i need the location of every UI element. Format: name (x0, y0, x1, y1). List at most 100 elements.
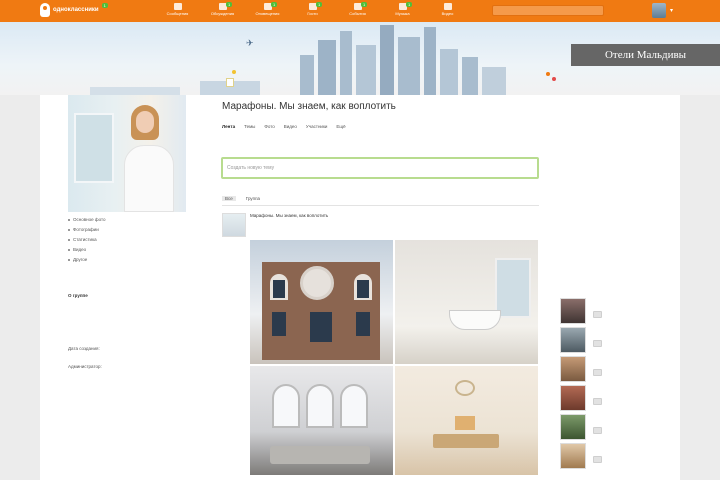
house-door (310, 312, 332, 342)
skyline-building (440, 49, 458, 95)
photo-face (136, 111, 154, 133)
skyline-building (300, 55, 314, 95)
tab-feed[interactable]: Лента (222, 124, 235, 129)
left-menu-item[interactable]: Основное фото (68, 215, 192, 225)
bathroom-window (495, 258, 531, 318)
member-avatar[interactable] (560, 385, 586, 411)
nav-notifications[interactable]: Оповещения 1 (245, 1, 290, 22)
feed-tab-group[interactable]: Группа (246, 196, 260, 201)
nav-guests[interactable]: Гости 1 (290, 1, 335, 22)
menu-label: Основное фото (73, 217, 106, 222)
user-avatar[interactable] (652, 3, 666, 18)
nav-music[interactable]: Музыка 1 (380, 1, 425, 22)
divider (222, 205, 539, 206)
envelope-icon (173, 3, 182, 10)
post-author[interactable]: Марафоны. Мы знаем, как воплотить (250, 213, 328, 218)
admin-row: Администратор: (68, 363, 192, 370)
post-photo-grid (250, 240, 538, 475)
tab-topics[interactable]: Темы (244, 124, 255, 129)
left-menu: Основное фото Фотографии Статистика Виде… (68, 215, 192, 265)
add-member-button[interactable] (593, 369, 602, 376)
chandelier (455, 380, 475, 396)
tab-photos[interactable]: Фото (264, 124, 274, 129)
arched-window (272, 384, 300, 428)
skyline-building (340, 31, 352, 95)
skyline-building (380, 25, 394, 95)
nav-label: Обсуждения (210, 11, 235, 16)
member-avatar[interactable] (560, 327, 586, 353)
chevron-down-icon[interactable]: ▾ (670, 7, 673, 14)
house-window (272, 312, 286, 336)
member-card[interactable] (560, 327, 675, 353)
skyline-building (482, 67, 506, 95)
house-window (357, 280, 369, 298)
page-title: Марафоны. Мы знаем, как воплотить (222, 101, 396, 112)
tab-more[interactable]: Ещё (336, 124, 345, 129)
decoration-dot (232, 70, 236, 74)
new-topic-input[interactable]: Создать новую тему (221, 157, 539, 179)
menu-label: Другое (73, 257, 88, 262)
banner-tag[interactable] (226, 78, 234, 87)
tab-members[interactable]: Участники (306, 124, 328, 129)
site-logo[interactable]: одноклассники 1 (40, 2, 108, 17)
bullet-icon (68, 249, 70, 251)
member-card[interactable] (560, 298, 675, 324)
dining-table (433, 434, 499, 448)
nav-label: Оповещения (255, 11, 280, 16)
member-avatar[interactable] (560, 298, 586, 324)
left-menu-item[interactable]: Фотографии (68, 225, 192, 235)
member-avatar[interactable] (560, 356, 586, 382)
add-member-button[interactable] (593, 456, 602, 463)
menu-label: Статистика (73, 237, 97, 242)
nav-label: Видео (441, 11, 454, 16)
add-member-button[interactable] (593, 398, 602, 405)
left-menu-item[interactable]: Статистика (68, 235, 192, 245)
skyline-building (462, 57, 478, 95)
member-avatar[interactable] (560, 443, 586, 469)
feed-tab-all[interactable]: Все (222, 196, 236, 201)
group-banner: ✈ Отели Мальдивы (0, 22, 720, 95)
nav-badge: 1 (316, 2, 323, 7)
add-member-button[interactable] (593, 311, 602, 318)
about-section: О группе (68, 292, 192, 299)
member-card[interactable] (560, 414, 675, 440)
add-member-button[interactable] (593, 340, 602, 347)
nav-events[interactable]: События 1 (335, 1, 380, 22)
house-window (356, 312, 370, 336)
left-menu-item[interactable]: Видео (68, 245, 192, 255)
member-card[interactable] (560, 385, 675, 411)
feed-tabs: Все Группа (222, 196, 260, 201)
nav-badge: 1 (406, 2, 413, 7)
nav-discussions[interactable]: Обсуждения 1 (200, 1, 245, 22)
nav-messages[interactable]: Сообщения (155, 1, 200, 22)
bullet-icon (68, 239, 70, 241)
airplane-icon: ✈ (246, 38, 254, 48)
nav-label: События (349, 11, 366, 16)
photo-window (74, 113, 114, 183)
photo-living-room[interactable] (250, 366, 393, 475)
nav-badge: 1 (361, 2, 368, 7)
member-card[interactable] (560, 443, 675, 469)
left-menu-item[interactable]: Другое (68, 255, 192, 265)
add-member-button[interactable] (593, 427, 602, 434)
nav-menu: Сообщения Обсуждения 1 Оповещения 1 Гост… (155, 1, 470, 22)
photo-dining-room[interactable] (395, 366, 538, 475)
post-author-avatar[interactable] (222, 213, 246, 237)
logo-text: одноклассники (53, 7, 99, 13)
photo-bathroom[interactable] (395, 240, 538, 364)
member-card[interactable] (560, 356, 675, 382)
menu-label: Фотографии (73, 227, 99, 232)
created-row: Дата создания: (68, 345, 192, 352)
member-avatar[interactable] (560, 414, 586, 440)
group-cover-photo[interactable] (68, 95, 186, 212)
admin-label: Администратор: (68, 364, 102, 369)
logo-badge: 1 (101, 2, 108, 8)
nav-video[interactable]: Видео (425, 1, 470, 22)
search-input[interactable] (492, 5, 604, 16)
nav-label: Музыка (395, 11, 410, 16)
bullet-icon (68, 219, 70, 221)
tab-video[interactable]: Видео (284, 124, 297, 129)
photo-house-exterior[interactable] (250, 240, 393, 364)
nav-label: Гости (307, 11, 318, 16)
created-label: Дата создания: (68, 346, 100, 351)
